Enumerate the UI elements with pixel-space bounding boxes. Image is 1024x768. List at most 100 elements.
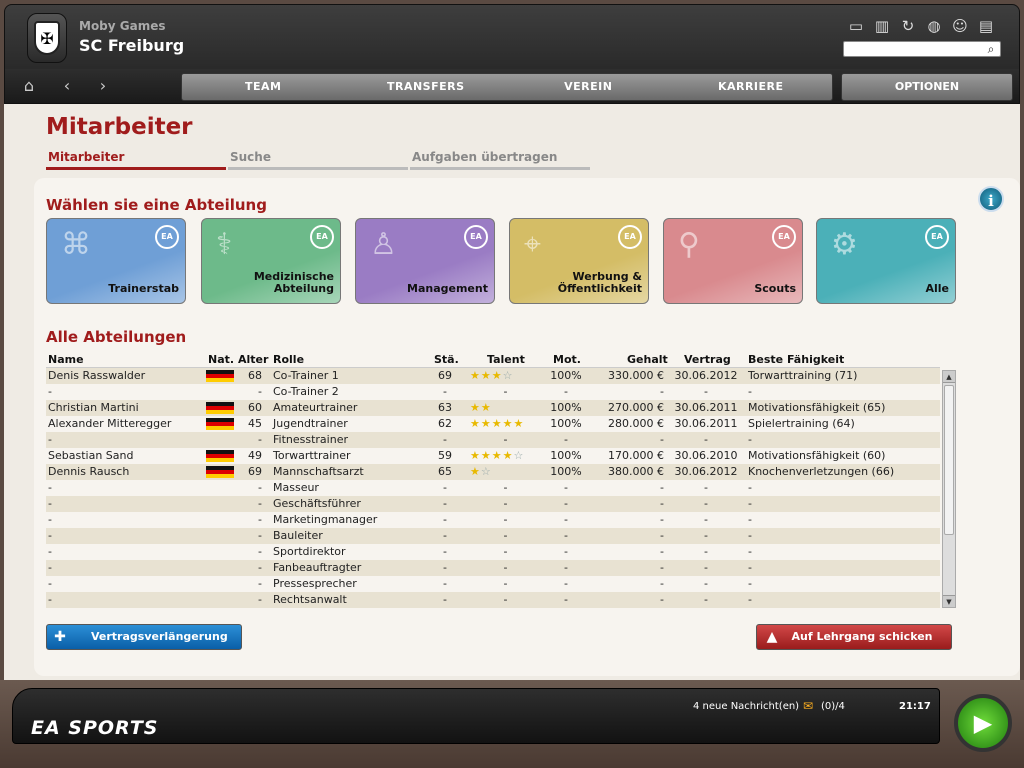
col-talent[interactable]: Talent [487, 352, 525, 368]
people-icon[interactable]: ☺ [949, 15, 971, 37]
col-salary[interactable]: Gehalt [627, 352, 668, 368]
cell-name: Denis Rasswalder [48, 369, 146, 382]
nav-team[interactable]: TEAM [182, 74, 345, 100]
messages-text[interactable]: 4 neue Nachricht(en) [693, 701, 799, 712]
col-role[interactable]: Rolle [273, 352, 304, 368]
table-row[interactable]: - - Fanbeauftragter - - - - - - [46, 560, 940, 576]
cell-talent: - [503, 513, 509, 526]
nav-karriere[interactable]: KARRIERE [670, 74, 833, 100]
scroll-thumb[interactable] [944, 385, 954, 535]
info-icon[interactable]: i [978, 186, 1004, 212]
table-row[interactable]: - - Pressesprecher - - - - - - [46, 576, 940, 592]
ea-sports-logo: EA SPORTS [31, 717, 159, 739]
cell-mot: - [564, 513, 568, 526]
table-row[interactable]: Denis Rasswalder 68 Co-Trainer 1 69 100% 330.… [46, 368, 940, 384]
all-departments-icon: ⚙ [831, 227, 858, 262]
cell-talent: ★★★★☆ [470, 448, 542, 464]
continue-button[interactable]: ▶ [954, 694, 1012, 752]
cell-contract: - [704, 385, 708, 398]
table-row[interactable]: - - Bauleiter - - - - - - [46, 528, 940, 544]
cell-talent: - [503, 577, 509, 590]
scroll-up-icon[interactable]: ▲ [943, 371, 955, 383]
cell-name: Christian Martini [48, 401, 139, 414]
cell-name: - [48, 385, 52, 398]
staff-panel: Wählen sie eine Abteilung i ⌘ EA Trainer… [34, 178, 1020, 676]
ea-sports-icon: EA [464, 225, 488, 249]
refresh-icon[interactable]: ↻ [897, 15, 919, 37]
cell-role: Pressesprecher [273, 577, 357, 590]
table-row[interactable]: - - Geschäftsführer - - - - - - [46, 496, 940, 512]
dept-medizin[interactable]: ⚕ EA Medizinische Abteilung [201, 218, 341, 304]
dept-trainerstab[interactable]: ⌘ EA Trainerstab [46, 218, 186, 304]
cell-contract: - [704, 593, 708, 606]
cell-mot: 100% [550, 401, 582, 414]
star-full-icon: ★ [491, 417, 503, 430]
dept-alle[interactable]: ⚙ EA Alle [816, 218, 956, 304]
dept-scouts[interactable]: ⚲ EA Scouts [663, 218, 803, 304]
options-button[interactable]: OPTIONEN [841, 73, 1013, 101]
col-sta[interactable]: Stä. [434, 352, 459, 368]
chart-icon[interactable]: ▥ [871, 15, 893, 37]
table-row[interactable]: Sebastian Sand 49 Torwarttrainer 59 100% 170.… [46, 448, 940, 464]
cell-skill: - [748, 433, 752, 446]
star-empty-icon: ☆ [513, 449, 525, 462]
cell-role: Co-Trainer 1 [273, 369, 339, 382]
back-arrow-icon[interactable]: ‹ [55, 75, 79, 97]
table-row[interactable]: - - Masseur - - - - - - [46, 480, 940, 496]
table-row[interactable]: Alexander Mitteregger 45 Jugendtrainer 62 10… [46, 416, 940, 432]
cell-skill: - [748, 529, 752, 542]
col-skill[interactable]: Beste Fähigkeit [748, 352, 844, 368]
star-full-icon: ★ [480, 449, 492, 462]
col-mot[interactable]: Mot. [553, 352, 581, 368]
cell-salary: - [660, 513, 664, 526]
table-row[interactable]: - - Marketingmanager - - - - - - [46, 512, 940, 528]
table-row[interactable]: Dennis Rausch 69 Mannschaftsarzt 65 100% 380.… [46, 464, 940, 480]
tab-aufgaben[interactable]: Aufgaben übertragen [410, 150, 590, 170]
contract-plus-icon: ✚ [54, 629, 66, 645]
globe-icon[interactable]: ◍ [923, 15, 945, 37]
cell-mot: 100% [550, 449, 582, 462]
table-row[interactable]: - - Rechtsanwalt - - - - - - [46, 592, 940, 608]
cell-sta: - [443, 561, 447, 574]
col-name[interactable]: Name [48, 352, 84, 368]
cell-salary: - [660, 433, 664, 446]
ea-sports-icon: EA [618, 225, 642, 249]
nav-verein[interactable]: VEREIN [507, 74, 670, 100]
search-input[interactable] [843, 41, 1001, 57]
home-icon[interactable]: ⌂ [17, 75, 41, 97]
tab-mitarbeiter[interactable]: Mitarbeiter [46, 150, 226, 170]
col-nat[interactable]: Nat. [208, 352, 234, 368]
dept-werbung[interactable]: ⌖ EA Werbung & Öffentlichkeit [509, 218, 649, 304]
extend-contract-button[interactable]: ✚ Vertragsverlängerung [46, 624, 242, 650]
cell-role: Torwarttrainer [273, 449, 351, 462]
nav-transfers[interactable]: TRANSFERS [345, 74, 508, 100]
table-row[interactable]: - - Co-Trainer 2------ [46, 384, 940, 400]
dept-management[interactable]: ♙ EA Management [355, 218, 495, 304]
star-full-icon: ★ [513, 417, 525, 430]
col-age[interactable]: Alter [238, 352, 268, 368]
forward-arrow-icon[interactable]: › [91, 75, 115, 97]
scroll-down-icon[interactable]: ▼ [943, 595, 955, 607]
col-contract[interactable]: Vertrag [684, 352, 731, 368]
cell-name: - [48, 561, 52, 574]
window-icon[interactable]: ▭ [845, 15, 867, 37]
table-row[interactable]: - - Fitnesstrainer - - - - - - [46, 432, 940, 448]
send-to-course-button[interactable]: ▲ Auf Lehrgang schicken [756, 624, 952, 650]
cell-skill: Motivationsfähigkeit (65) [748, 401, 886, 414]
cell-talent: - [503, 433, 509, 446]
document-icon[interactable]: ▤ [975, 15, 997, 37]
mail-icon[interactable]: ✉ [803, 700, 817, 712]
table-scrollbar[interactable]: ▲ ▼ [942, 370, 956, 608]
cell-talent: ★★★☆ [470, 368, 542, 384]
table-row[interactable]: Christian Martini 60 Amateurtrainer 63 100% 2… [46, 400, 940, 416]
cell-sta: - [443, 385, 447, 398]
search-icon[interactable]: ⌕ [983, 41, 999, 57]
tab-suche[interactable]: Suche [228, 150, 408, 170]
cell-contract: 30.06.2011 [674, 401, 738, 414]
table-row[interactable]: - - Sportdirektor - - - - - - [46, 544, 940, 560]
course-label: Auf Lehrgang schicken [791, 630, 933, 643]
cell-mot: - [564, 497, 568, 510]
cell-role: Co-Trainer 2 [273, 385, 339, 398]
cell-skill: - [748, 513, 752, 526]
cell-contract: - [704, 577, 708, 590]
